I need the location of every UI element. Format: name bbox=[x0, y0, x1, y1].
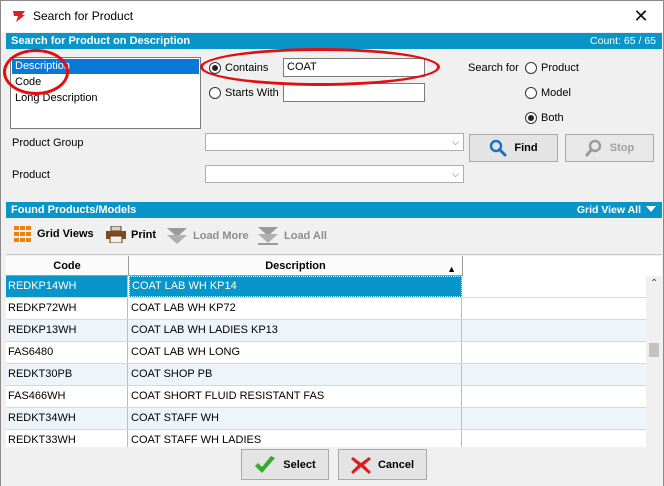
window-title: Search for Product bbox=[33, 9, 134, 23]
search-for-product-radio[interactable] bbox=[525, 62, 537, 74]
magnifier-icon bbox=[489, 139, 507, 157]
search-for-product-label: Product bbox=[541, 62, 579, 74]
starts-with-radio[interactable] bbox=[209, 87, 221, 99]
search-for-product-window: Search for Product ✕ Search for Product … bbox=[0, 0, 664, 486]
search-for-model-radio[interactable] bbox=[525, 87, 537, 99]
contains-radio[interactable] bbox=[209, 62, 221, 74]
stop-button[interactable]: Stop bbox=[565, 134, 654, 162]
grid-views-label: Grid Views bbox=[37, 228, 94, 240]
field-option-long-description[interactable]: Long Description bbox=[12, 91, 98, 106]
x-icon bbox=[350, 456, 371, 474]
table-row[interactable]: FAS6480 COAT LAB WH LONG bbox=[6, 342, 646, 364]
grid-icon bbox=[14, 226, 32, 242]
table-row[interactable]: REDKP14WH COAT LAB WH KP14 bbox=[6, 276, 646, 298]
contains-input[interactable]: COAT bbox=[283, 58, 425, 77]
load-more-button[interactable]: Load More bbox=[166, 226, 249, 246]
search-section-title: Search for Product on Description bbox=[11, 35, 191, 47]
cell-code: REDKT30PB bbox=[6, 364, 128, 385]
cell-description: COAT STAFF WH LADIES bbox=[129, 430, 462, 447]
chevron-down-icon: ⌵ bbox=[452, 169, 459, 179]
cell-description: COAT LAB WH KP14 bbox=[129, 276, 462, 297]
print-button[interactable]: Print bbox=[106, 226, 156, 243]
cell-description: COAT LAB WH LONG bbox=[129, 342, 462, 363]
cell-code: FAS6480 bbox=[6, 342, 128, 363]
grid-vertical-scrollbar[interactable]: ⌃ bbox=[646, 276, 662, 447]
cancel-button-label: Cancel bbox=[377, 458, 415, 471]
cell-description: COAT SHOP PB bbox=[129, 364, 462, 385]
table-row[interactable]: REDKP13WH COAT LAB WH LADIES KP13 bbox=[6, 320, 646, 342]
cell-description: COAT SHORT FLUID RESISTANT FAS bbox=[129, 386, 462, 407]
close-button[interactable]: ✕ bbox=[619, 1, 663, 32]
grid-header: Code Description ▲ bbox=[6, 256, 463, 276]
select-button[interactable]: Select bbox=[241, 449, 329, 480]
column-header-description-label: Description bbox=[265, 260, 326, 272]
scrollbar-thumb[interactable] bbox=[649, 343, 659, 357]
table-row[interactable]: REDKP72WH COAT LAB WH KP72 bbox=[6, 298, 646, 320]
contains-label: Contains bbox=[225, 62, 269, 74]
column-header-description[interactable]: Description ▲ bbox=[129, 256, 463, 276]
find-button[interactable]: Find bbox=[469, 134, 558, 162]
select-button-label: Select bbox=[283, 458, 316, 471]
title-bar: Search for Product ✕ bbox=[1, 1, 663, 32]
cell-description: COAT LAB WH LADIES KP13 bbox=[129, 320, 462, 341]
table-row[interactable]: FAS466WH COAT SHORT FLUID RESISTANT FAS bbox=[6, 386, 646, 408]
magnifier-disabled-icon bbox=[585, 139, 603, 157]
table-row[interactable]: REDKT34WH COAT STAFF WH bbox=[6, 408, 646, 430]
column-header-code[interactable]: Code bbox=[6, 256, 129, 276]
chevron-down-icon: ⌵ bbox=[452, 137, 459, 147]
cell-code: REDKT34WH bbox=[6, 408, 128, 429]
search-for-both-radio[interactable] bbox=[525, 112, 537, 124]
scroll-up-icon[interactable]: ⌃ bbox=[650, 278, 658, 289]
table-row[interactable]: REDKT33WH COAT STAFF WH LADIES bbox=[6, 430, 646, 447]
find-button-label: Find bbox=[514, 142, 538, 154]
cell-description: COAT STAFF WH bbox=[129, 408, 462, 429]
load-more-icon bbox=[166, 226, 188, 246]
stop-button-label: Stop bbox=[609, 142, 635, 154]
app-logo-icon bbox=[13, 11, 25, 22]
load-all-label: Load All bbox=[284, 230, 327, 242]
cell-code: FAS466WH bbox=[6, 386, 128, 407]
product-select[interactable]: ⌵ bbox=[205, 165, 464, 183]
cell-code: REDKP14WH bbox=[6, 276, 128, 297]
print-label: Print bbox=[131, 228, 157, 241]
search-for-both-label: Both bbox=[541, 112, 564, 124]
load-more-label: Load More bbox=[193, 230, 249, 242]
load-all-icon bbox=[257, 226, 279, 246]
search-section-header: Search for Product on Description Count:… bbox=[6, 33, 662, 50]
product-group-select[interactable]: ⌵ bbox=[205, 133, 464, 151]
search-for-model-label: Model bbox=[541, 87, 571, 99]
cell-code: REDKT33WH bbox=[6, 430, 128, 447]
grid-views-button[interactable]: Grid Views bbox=[14, 226, 94, 242]
cell-code: REDKP13WH bbox=[6, 320, 128, 341]
search-for-label: Search for bbox=[468, 62, 519, 74]
results-grid[interactable]: Code Description ▲ REDKP14WH COAT LAB WH… bbox=[6, 256, 662, 447]
cancel-button[interactable]: Cancel bbox=[338, 449, 427, 480]
grid-view-all-label: Grid View All bbox=[576, 204, 641, 216]
load-all-button[interactable]: Load All bbox=[257, 226, 327, 246]
table-row[interactable]: REDKT30PB COAT SHOP PB bbox=[6, 364, 646, 386]
triangle-down-icon bbox=[646, 206, 656, 212]
search-field-list[interactable]: Description Code Long Description bbox=[10, 57, 201, 129]
found-section-header: Found Products/Models Grid View All bbox=[6, 202, 662, 219]
grid-toolbar: Grid Views Print Load More Load All bbox=[6, 218, 662, 255]
cell-code: REDKP72WH bbox=[6, 298, 128, 319]
printer-icon bbox=[106, 226, 126, 243]
found-section-title: Found Products/Models bbox=[11, 204, 137, 216]
starts-with-label: Starts With bbox=[225, 87, 279, 99]
grid-view-all-dropdown[interactable]: Grid View All bbox=[577, 204, 656, 216]
close-icon: ✕ bbox=[633, 6, 649, 26]
cell-description: COAT LAB WH KP72 bbox=[129, 298, 462, 319]
starts-with-input[interactable] bbox=[283, 83, 425, 102]
field-option-code[interactable]: Code bbox=[12, 75, 41, 90]
result-count: Count: 65 / 65 bbox=[590, 35, 656, 47]
product-label: Product bbox=[12, 169, 50, 181]
dialog-footer: Select Cancel bbox=[1, 447, 663, 486]
checkmark-icon bbox=[254, 455, 276, 474]
field-option-description[interactable]: Description bbox=[12, 59, 199, 74]
product-group-label: Product Group bbox=[12, 137, 84, 149]
